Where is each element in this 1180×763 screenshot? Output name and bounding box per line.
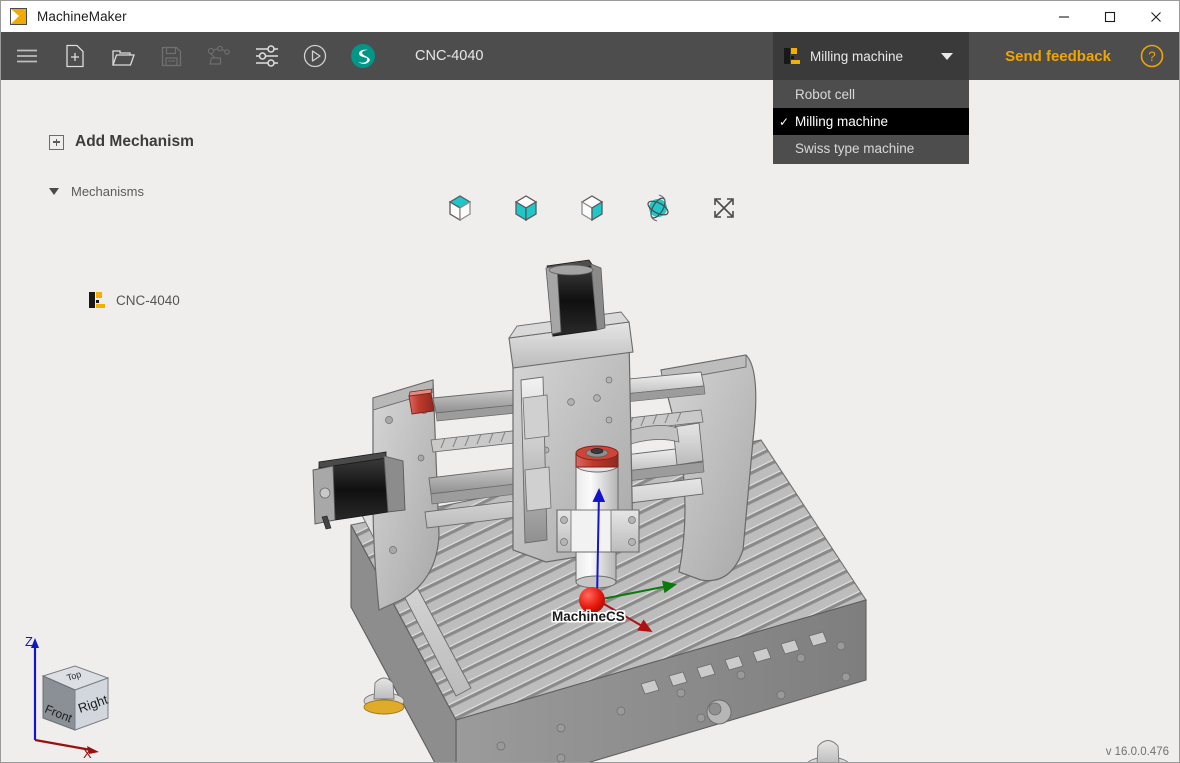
view-fit-icon[interactable] <box>705 190 743 226</box>
minimize-button[interactable] <box>1041 1 1087 32</box>
machine-type-dropdown[interactable]: Milling machine <box>773 32 969 80</box>
add-mechanism-button[interactable]: Add Mechanism <box>49 133 194 151</box>
title-bar: MachineMaker <box>1 1 1179 32</box>
window-title: MachineMaker <box>37 9 127 24</box>
view-orbit-icon[interactable] <box>639 190 677 226</box>
maximize-button[interactable] <box>1087 1 1133 32</box>
view-right-icon[interactable] <box>573 190 611 226</box>
tree-group-mechanisms[interactable]: Mechanisms <box>49 184 144 199</box>
view-top-icon[interactable] <box>441 190 479 226</box>
menu-item-label: Swiss type machine <box>795 141 915 156</box>
menu-item-milling-machine[interactable]: ✓ Milling machine <box>773 108 969 135</box>
play-circle-icon[interactable] <box>291 32 339 80</box>
view-toolbar <box>441 190 743 226</box>
machine-type-menu: Robot cell ✓ Milling machine Swiss type … <box>773 80 969 164</box>
navigation-cube[interactable]: Z X Front Right Top <box>13 628 133 761</box>
window-controls <box>1041 1 1179 32</box>
toolbar-right-group: Send feedback ? <box>975 32 1179 80</box>
menu-item-label: Milling machine <box>795 114 889 129</box>
menu-item-robot-cell[interactable]: Robot cell <box>773 81 969 108</box>
sprut-logo-icon[interactable] <box>339 32 387 80</box>
triangle-down-icon <box>49 188 59 195</box>
document-title: CNC-4040 <box>415 48 484 64</box>
menu-item-label: Robot cell <box>795 87 856 102</box>
navcube-axis-x-label: X <box>83 746 92 758</box>
open-folder-icon[interactable] <box>99 32 147 80</box>
mechanism-icon <box>784 48 801 64</box>
settings-sliders-icon[interactable] <box>243 32 291 80</box>
mechanism-icon <box>89 292 106 308</box>
view-front-icon[interactable] <box>507 190 545 226</box>
svg-text:?: ? <box>1148 49 1156 64</box>
machinemaker-logo-icon <box>10 8 27 25</box>
chevron-down-icon <box>941 52 953 60</box>
save-icon[interactable] <box>147 32 195 80</box>
tree-group-label: Mechanisms <box>71 184 144 199</box>
new-document-icon[interactable] <box>51 32 99 80</box>
close-button[interactable] <box>1133 1 1179 32</box>
add-mechanism-label: Add Mechanism <box>75 133 194 150</box>
check-icon-milling-machine: ✓ <box>778 114 790 129</box>
tree-item-cnc-4040[interactable]: CNC-4040 <box>89 292 180 308</box>
main-toolbar: CNC-4040 Send feedback ? <box>1 32 1179 80</box>
question-mark-circle-icon[interactable]: ? <box>1139 43 1165 69</box>
plus-box-icon <box>49 134 64 150</box>
machinemaker-window: MachineMaker CNC-4040 Send feedback ? Mi… <box>0 0 1180 763</box>
version-label: v 16.0.0.476 <box>1105 746 1169 758</box>
send-feedback-button[interactable]: Send feedback <box>1005 48 1111 65</box>
robot-arm-icon[interactable] <box>195 32 243 80</box>
tree-item-label: CNC-4040 <box>116 292 180 308</box>
menu-item-swiss-type-machine[interactable]: Swiss type machine <box>773 135 969 162</box>
machine-type-value: Milling machine <box>810 48 904 64</box>
navcube-axis-z-label: Z <box>25 634 33 649</box>
menu-icon[interactable] <box>3 32 51 80</box>
